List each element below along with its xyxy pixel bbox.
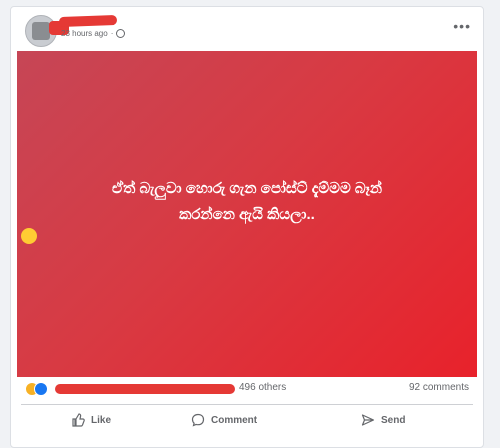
thumbs-up-icon [72, 413, 85, 427]
more-options-icon[interactable]: ••• [453, 19, 471, 33]
post-card: 23 hours ago · ••• ඒත් බැලුවා හොරු ගැන ප… [10, 6, 484, 448]
post-text: ඒත් බැලුවා හොරු ගැන පෝස්ට් දැම්මම බෑන් ක… [17, 176, 477, 244]
divider [21, 404, 473, 405]
reaction-summary[interactable]: 496 others 92 comments [25, 380, 469, 400]
author-name-redacted[interactable] [58, 14, 118, 28]
post-text-line1: ඒත් බැලුවා හොරු ගැන පෝස්ට් දැම්මම බෑන් [111, 180, 383, 197]
globe-icon [116, 29, 126, 38]
post-actions: Like Comment Send [11, 408, 483, 432]
post-background: ඒත් බැලුවා හොරු ගැන පෝස්ට් දැම්මම බෑන් ක… [17, 51, 477, 377]
post-timestamp[interactable]: 23 hours ago [61, 29, 108, 38]
like-button[interactable]: Like [71, 408, 111, 432]
post-meta: 23 hours ago · [61, 29, 126, 38]
like-label: Like [91, 414, 112, 426]
send-icon [361, 414, 375, 426]
comments-count[interactable]: 92 comments [409, 382, 469, 393]
post-header: 23 hours ago · ••• [11, 7, 483, 47]
comment-bubble-icon [191, 413, 205, 427]
reactor-names-redacted [55, 384, 235, 394]
like-reaction-icon [34, 382, 48, 396]
reaction-others-count[interactable]: 496 others [239, 382, 286, 393]
comment-button[interactable]: Comment [191, 408, 257, 432]
post-text-line2: කරන්නෙ ඇයි කියලා.. [179, 206, 315, 223]
send-button[interactable]: Send [361, 408, 405, 432]
comment-label: Comment [211, 414, 258, 426]
grinning-sweat-emoji-icon [21, 228, 37, 244]
avatar-image [32, 22, 50, 40]
send-label: Send [381, 414, 406, 426]
